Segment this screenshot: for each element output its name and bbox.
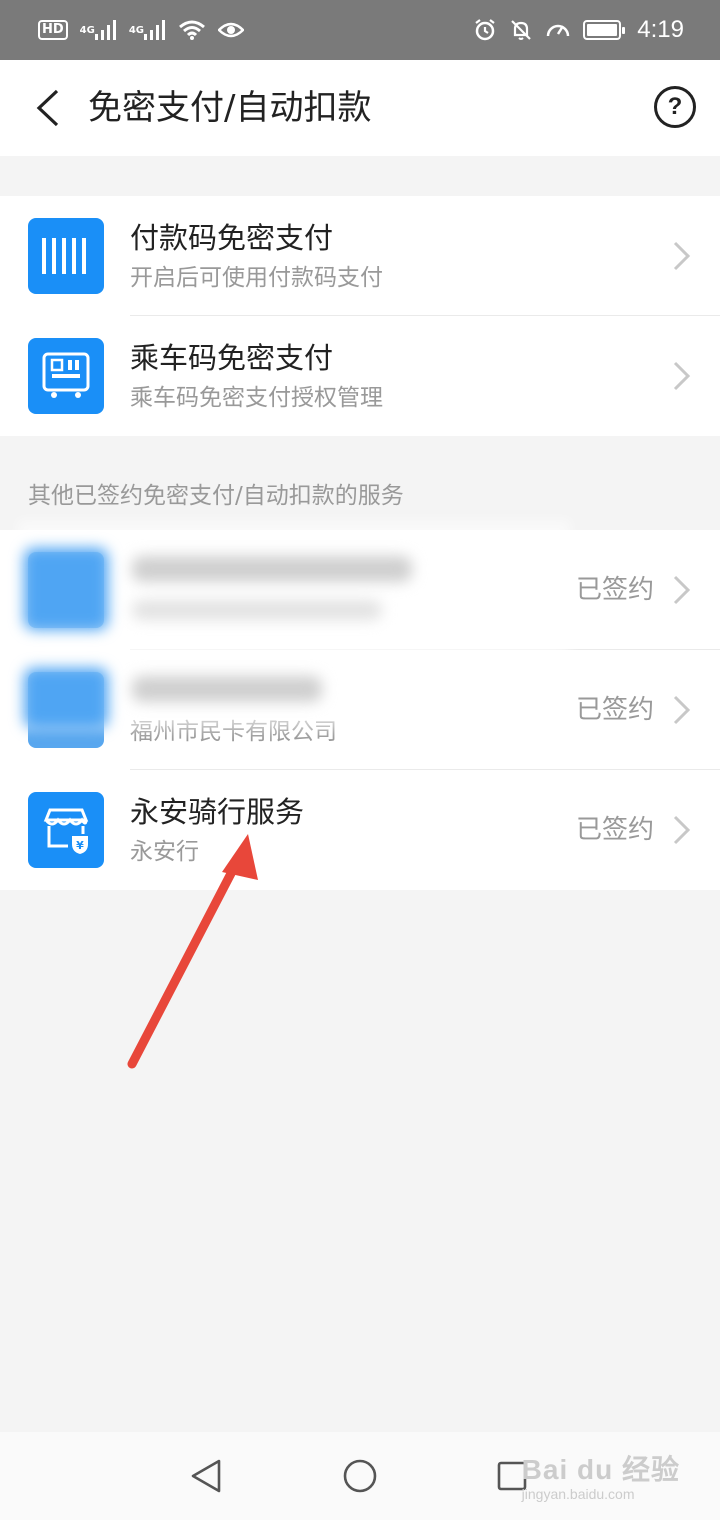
clock: 4:19 [637, 16, 684, 43]
chevron-left-icon [36, 89, 59, 127]
hd-icon: HD [38, 20, 68, 40]
circle-home-icon [343, 1459, 377, 1493]
watermark-logo: Bai du 经验 [521, 1454, 680, 1485]
status-bar: HD 4G 4G 4:19 [0, 0, 720, 60]
barcode-icon [28, 218, 104, 294]
eye-icon [218, 21, 245, 39]
item-title: 乘车码免密支付 [130, 341, 334, 375]
app-header: 免密支付/自动扣款 ? [0, 60, 720, 156]
redaction-blur [132, 676, 322, 702]
status-label: 已签约 [575, 695, 654, 725]
wifi-icon [178, 19, 206, 41]
status-left: HD 4G 4G [38, 19, 245, 41]
watermark-url: jingyan.baidu.com [521, 1486, 635, 1502]
nav-home-button[interactable] [340, 1456, 380, 1496]
redaction-blur [24, 668, 108, 728]
list-item-bus-code-pay[interactable]: 乘车码免密支付 乘车码免密支付授权管理 [0, 316, 720, 436]
bus-qr-icon [28, 338, 104, 414]
red-arrow-annotation [127, 834, 258, 1069]
item-subtitle: 乘车码免密支付授权管理 [130, 385, 383, 411]
net-label: 4G [128, 24, 145, 36]
status-right: 4:19 [473, 16, 684, 44]
chevron-right-icon [673, 575, 691, 605]
bike-service-icon: ¥ [28, 792, 104, 868]
battery-fill [587, 24, 618, 36]
redaction-blur [24, 548, 108, 630]
chevron-right-icon [673, 815, 691, 845]
chevron-right-icon [673, 361, 691, 391]
item-title: 付款码免密支付 [130, 221, 334, 255]
back-button[interactable] [26, 86, 70, 130]
svg-text:¥: ¥ [76, 839, 84, 852]
redaction-blur [132, 600, 382, 620]
signal-4g-icon: 4G [129, 20, 166, 40]
net-label: 4G [79, 24, 95, 36]
status-label: 已签约 [575, 815, 654, 845]
quick-pay-section: 付款码免密支付 开启后可使用付款码支付 乘车码免密支付 乘车码免密支付授权管理 [0, 196, 720, 436]
list-item-yongan-bike[interactable]: ¥ 永安骑行服务 永安行 已签约 [0, 770, 720, 890]
item-subtitle: 开启后可使用付款码支付 [130, 265, 383, 291]
watermark: Bai du 经验 jingyan.baidu.com [522, 1448, 680, 1502]
status-label: 已签约 [575, 575, 654, 605]
section-label: 其他已签约免密支付/自动扣款的服务 [28, 483, 404, 509]
chevron-right-icon [673, 241, 691, 271]
alarm-icon [473, 18, 497, 42]
list-item-barcode-pay[interactable]: 付款码免密支付 开启后可使用付款码支付 [0, 196, 720, 316]
nav-back-button[interactable] [186, 1456, 226, 1496]
chevron-right-icon [673, 695, 691, 725]
signal-4g-icon: 4G [80, 20, 117, 40]
page-title: 免密支付/自动扣款 [88, 88, 372, 128]
speed-icon [545, 18, 571, 42]
redaction-blur [132, 556, 412, 582]
help-button[interactable]: ? [654, 86, 696, 128]
battery-icon [583, 20, 626, 40]
triangle-back-icon [191, 1459, 221, 1493]
bell-off-icon [509, 18, 533, 42]
